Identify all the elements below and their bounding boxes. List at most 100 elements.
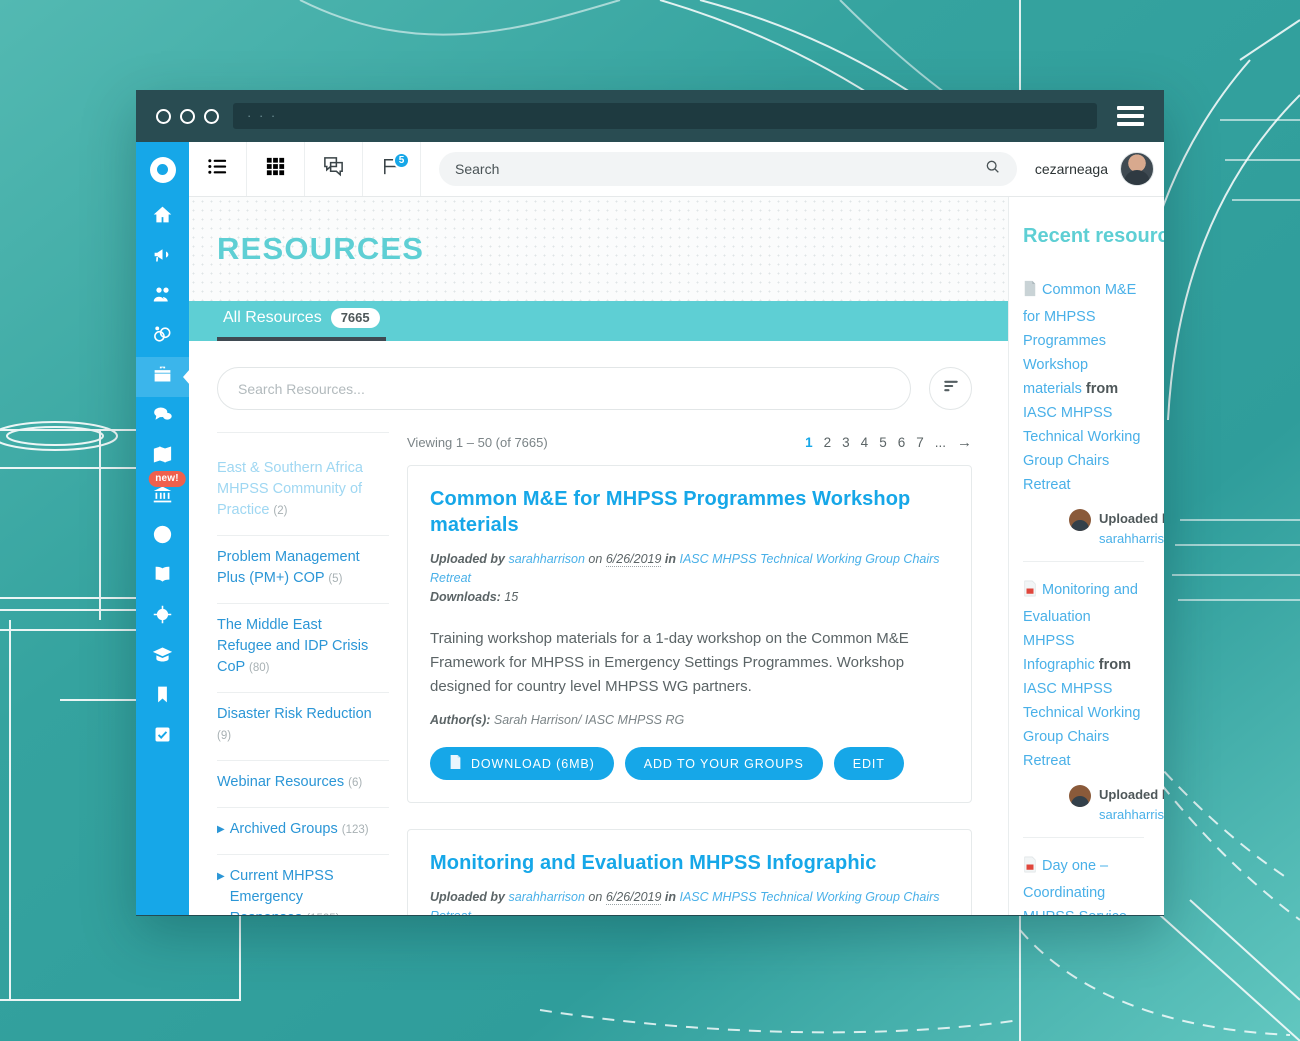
uploader-name[interactable]: sarahharrison xyxy=(1099,807,1164,822)
address-bar-text: · · · xyxy=(247,108,278,123)
sidebar-item-announcements[interactable] xyxy=(136,237,189,277)
filter-count: (2) xyxy=(273,505,288,517)
filter-item-current-mhpss-emergency-responses[interactable]: ▶ Current MHPSS Emergency Responses (152… xyxy=(217,855,389,915)
apps-grid-button[interactable] xyxy=(247,142,305,196)
download-button[interactable]: DOWNLOAD (6MB) xyxy=(430,747,614,780)
resource-search[interactable] xyxy=(217,367,911,410)
page-3[interactable]: 3 xyxy=(842,435,850,450)
window-maximize-button[interactable] xyxy=(204,108,219,124)
uploader-link[interactable]: sarahharrison xyxy=(509,890,585,904)
grid-icon xyxy=(264,155,287,183)
filter-item-webinar-resources[interactable]: Webinar Resources (6) xyxy=(217,761,389,808)
sidebar-item-resources[interactable] xyxy=(136,357,189,397)
page-7[interactable]: 7 xyxy=(916,435,924,450)
group-link[interactable]: IASC MHPSS Technical Working Group Chair… xyxy=(430,552,940,585)
hamburger-icon[interactable] xyxy=(1111,106,1150,126)
filter-item-middle-east-refugee-idp[interactable]: The Middle East Refugee and IDP Crisis C… xyxy=(217,604,389,693)
resource-title[interactable]: Monitoring and Evaluation MHPSS Infograp… xyxy=(430,850,949,876)
sidebar-item-network[interactable] xyxy=(136,317,189,357)
search-input[interactable] xyxy=(455,161,1001,177)
window-close-button[interactable] xyxy=(156,108,171,124)
page-6[interactable]: 6 xyxy=(898,435,906,450)
browser-address-bar[interactable]: · · · xyxy=(233,103,1097,129)
page-5[interactable]: 5 xyxy=(879,435,887,450)
uploader-avatar xyxy=(1069,509,1091,531)
edit-button-label: EDIT xyxy=(852,756,885,771)
filter-item-problem-management-plus[interactable]: Problem Management Plus (PM+) COP (5) xyxy=(217,536,389,604)
list-icon xyxy=(206,155,229,183)
filter-count: (6) xyxy=(348,777,363,789)
resource-card: Monitoring and Evaluation MHPSS Infograp… xyxy=(407,829,972,915)
download-button-label: DOWNLOAD (6MB) xyxy=(471,756,595,771)
sidebar-item-goals[interactable] xyxy=(136,597,189,637)
filter-label: East & Southern Africa MHPSS Community o… xyxy=(217,460,363,518)
sidebar-item-bookmarks[interactable] xyxy=(136,677,189,717)
bookmark-icon xyxy=(152,684,173,710)
sidebar-item-global[interactable] xyxy=(136,517,189,557)
window-minimize-button[interactable] xyxy=(180,108,195,124)
resource-search-input[interactable] xyxy=(238,380,890,397)
sidebar-item-tasks[interactable] xyxy=(136,717,189,757)
browser-chrome: · · · xyxy=(136,90,1164,142)
sidebar-item-organisations[interactable]: new! xyxy=(136,471,189,517)
users-icon xyxy=(152,284,173,310)
recent-resource-item: Day one – Coordinating MHPSS Service Pro… xyxy=(1023,854,1144,915)
filter-item-disaster-risk-reduction[interactable]: Disaster Risk Reduction (9) xyxy=(217,693,389,761)
page-4[interactable]: 4 xyxy=(861,435,869,450)
messages-button[interactable] xyxy=(305,142,363,196)
filter-item-archived-groups[interactable]: ▶ Archived Groups (123) xyxy=(217,808,389,855)
viewing-summary: Viewing 1 – 50 (of 7665) xyxy=(407,435,548,450)
recent-title: Common M&E for MHPSS Programmes Workshop… xyxy=(1023,282,1137,397)
group-link[interactable]: IASC MHPSS Technical Working Group Chair… xyxy=(430,890,940,915)
filter-label: Disaster Risk Reduction xyxy=(217,706,372,722)
tab-all-resources[interactable]: All Resources 7665 xyxy=(217,308,386,341)
avatar[interactable] xyxy=(1120,152,1154,186)
page-1[interactable]: 1 xyxy=(805,435,813,450)
sidebar-item-members[interactable] xyxy=(136,277,189,317)
page-2[interactable]: 2 xyxy=(824,435,832,450)
file-icon xyxy=(449,754,462,773)
list-view-button[interactable] xyxy=(189,142,247,196)
recent-resources-panel: Recent resources Common M&E for MHPSS Pr… xyxy=(1009,197,1164,915)
author-name: Sarah Harrison/ IASC MHPSS RG xyxy=(493,713,685,727)
checkbox-icon xyxy=(152,724,173,750)
uploader-name[interactable]: sarahharrison xyxy=(1099,531,1164,546)
on-label: on xyxy=(588,890,603,904)
graduation-icon xyxy=(152,644,173,670)
resource-title[interactable]: Common M&E for MHPSS Programmes Workshop… xyxy=(430,486,949,538)
resource-actions: DOWNLOAD (6MB) ADD TO YOUR GROUPS EDIT xyxy=(430,747,949,780)
recent-resource-text[interactable]: Day one – Coordinating MHPSS Service Pro… xyxy=(1023,854,1144,915)
sidebar-item-training[interactable] xyxy=(136,637,189,677)
add-to-groups-button[interactable]: ADD TO YOUR GROUPS xyxy=(624,747,823,780)
window-controls[interactable] xyxy=(150,108,219,124)
pdf-icon xyxy=(1023,856,1037,881)
sidebar-item-home[interactable] xyxy=(136,197,189,237)
chevron-right-icon: ▶ xyxy=(217,871,225,882)
recent-resources-title: Recent resources xyxy=(1023,225,1164,247)
notifications-button[interactable]: 5 xyxy=(363,142,421,196)
sort-button[interactable] xyxy=(929,367,972,410)
circle-logo[interactable] xyxy=(136,142,189,197)
pagination: 1 2 3 4 5 6 7 ... → xyxy=(805,434,972,451)
recent-title: Day one – Coordinating MHPSS Service Pro… xyxy=(1023,858,1127,915)
top-navigation-bar: 5 cezarneaga xyxy=(189,142,1164,197)
search-icon[interactable] xyxy=(985,159,1001,180)
chevron-right-icon: ▶ xyxy=(217,824,225,835)
recent-resource-text[interactable]: Monitoring and Evaluation MHPSS Infograp… xyxy=(1023,578,1144,773)
recent-resource-item: Common M&E for MHPSS Programmes Workshop… xyxy=(1023,278,1164,562)
edit-button[interactable]: EDIT xyxy=(833,747,904,780)
global-search[interactable] xyxy=(439,152,1017,186)
recent-resource-text[interactable]: Common M&E for MHPSS Programmes Workshop… xyxy=(1023,278,1144,497)
sidebar-item-library[interactable] xyxy=(136,557,189,597)
from-label: from xyxy=(1098,657,1132,673)
uploader-link[interactable]: sarahharrison xyxy=(509,552,585,566)
filter-item-east-southern-africa[interactable]: East & Southern Africa MHPSS Community o… xyxy=(217,447,389,536)
tab-bar: All Resources 7665 xyxy=(189,301,1008,341)
next-page-arrow[interactable]: → xyxy=(957,434,972,451)
user-menu[interactable]: cezarneaga xyxy=(1035,142,1164,196)
on-label: on xyxy=(588,552,603,566)
page-title: RESOURCES xyxy=(217,231,425,266)
uploader-avatar xyxy=(1069,785,1091,807)
tab-label: All Resources xyxy=(223,309,322,326)
sidebar-item-discussions[interactable] xyxy=(136,397,189,437)
